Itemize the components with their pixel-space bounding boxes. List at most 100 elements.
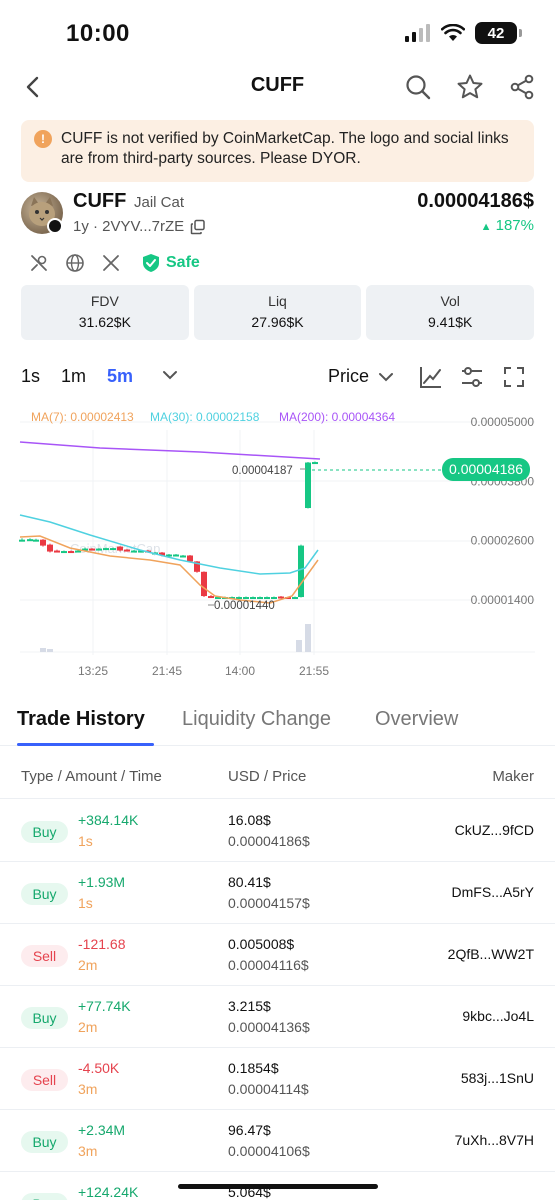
candle [27, 539, 33, 542]
stat-label: Vol [440, 293, 460, 309]
candle [173, 554, 179, 557]
trade-usd: 3.215$ [228, 998, 271, 1014]
candle [201, 571, 207, 597]
candle [96, 548, 102, 551]
trade-maker[interactable]: 583j...1SnU [461, 1070, 534, 1086]
candle [117, 546, 123, 551]
timeframe-5m[interactable]: 5m [107, 366, 133, 387]
timeframe-1m[interactable]: 1m [61, 366, 86, 387]
candle [103, 548, 109, 551]
trade-price: 0.00004157$ [228, 895, 310, 911]
candle [110, 548, 116, 551]
trade-side-badge: Buy [21, 1007, 68, 1029]
ma30-label: MA(30): 0.00002158 [150, 410, 260, 424]
candle [250, 597, 256, 600]
ma30-line [19, 514, 319, 575]
trade-amount: +384.14K [78, 812, 139, 828]
trade-usd: 0.005008$ [228, 936, 295, 952]
candle [243, 597, 249, 600]
table-row[interactable]: Buy +2.34M 3m 96.47$ 0.00004106$ 7uXh...8V7H [0, 1110, 555, 1172]
stat-fdv: FDV 31.62$K [21, 285, 189, 340]
audit-link[interactable] [28, 252, 50, 274]
verification-warning: ! CUFF is not verified by CoinMarketCap.… [21, 120, 534, 182]
trade-maker[interactable]: 9kbc...Jo4L [462, 1008, 534, 1024]
y-tick-label: 0.00005000 [471, 415, 535, 429]
trade-price: 0.00004106$ [228, 1143, 310, 1159]
candle [75, 550, 81, 553]
candle [131, 550, 137, 553]
trade-price: 0.00004136$ [228, 1019, 310, 1035]
indicators-button[interactable] [459, 364, 485, 390]
fullscreen-button[interactable] [501, 364, 527, 390]
trade-maker[interactable]: DmFS...A5rY [452, 884, 534, 900]
price-change-value: 187% [495, 217, 534, 234]
ma7-line [19, 535, 319, 604]
trade-side-badge: Sell [21, 945, 68, 967]
safe-label: Safe [166, 254, 200, 271]
search-button[interactable] [403, 72, 433, 102]
safe-badge[interactable]: Safe [142, 253, 200, 273]
table-row[interactable]: Sell -121.68 2m 0.005008$ 0.00004116$ 2QfB...… [0, 924, 555, 986]
stat-value: 27.96$K [251, 314, 304, 330]
candle [180, 555, 186, 558]
chevron-down-icon [379, 372, 394, 381]
share-button[interactable] [507, 72, 537, 102]
share-icon [510, 74, 534, 100]
watchlist-button[interactable] [455, 72, 485, 102]
price-selector-label: Price [328, 366, 370, 386]
table-row[interactable]: Buy +384.14K 1s 16.08$ 0.00004186$ CkUZ...9fC… [0, 800, 555, 862]
divider [0, 798, 555, 799]
token-age-address: 1y · 2VYV...7rZE [73, 218, 185, 235]
ma200-label: MA(200): 0.00004364 [279, 410, 395, 424]
trade-price: 0.00004116$ [228, 957, 309, 973]
triangle-up-icon: ▲ [480, 221, 492, 233]
chain-badge-icon [47, 218, 63, 234]
table-row[interactable]: Sell -4.50K 3m 0.1854$ 0.00004114$ 583j...1Sn… [0, 1048, 555, 1110]
column-header-usd: USD / Price [228, 768, 307, 785]
signal-icon [405, 24, 430, 42]
stat-vol: Vol 9.41$K [366, 285, 535, 340]
candle [33, 539, 39, 542]
chart-type-button[interactable] [418, 364, 444, 390]
trade-maker[interactable]: 7uXh...8V7H [455, 1132, 534, 1148]
chart-svg: MA(7): 0.00002413 MA(30): 0.00002158 MA(… [19, 410, 535, 678]
shield-check-icon [143, 254, 159, 272]
trade-maker[interactable]: 2QfB...WW2T [448, 946, 534, 962]
candle [271, 597, 277, 600]
chevron-down-icon[interactable] [161, 366, 179, 384]
candle [292, 597, 298, 600]
active-tab-indicator [17, 743, 154, 746]
website-link[interactable] [64, 252, 86, 274]
price-chart[interactable]: MA(7): 0.00002413 MA(30): 0.00002158 MA(… [0, 400, 555, 685]
candle [89, 548, 95, 551]
trade-age: 2m [78, 957, 98, 973]
timeframe-1s[interactable]: 1s [21, 366, 40, 387]
table-row[interactable]: Buy +77.74K 2m 3.215$ 0.00004136$ 9kbc...Jo4L [0, 986, 555, 1048]
top-nav: CUFF [0, 62, 555, 112]
volume-bar [40, 648, 46, 652]
trade-amount: +124.24K [78, 1184, 139, 1200]
home-indicator[interactable] [178, 1184, 378, 1189]
candle [312, 462, 318, 465]
status-icons: 42 [405, 22, 522, 44]
price-selector[interactable]: Price [328, 366, 395, 387]
trade-age: 1s [78, 833, 93, 849]
x-logo-icon [103, 255, 119, 271]
trade-maker[interactable]: CkUZ...9fCD [455, 822, 534, 838]
x-tick-label: 14:00 [225, 664, 255, 678]
line-chart-icon [420, 367, 441, 388]
token-meta: 1y · 2VYV...7rZE [73, 218, 206, 235]
candle [124, 549, 130, 552]
trade-usd: 16.08$ [228, 812, 271, 828]
volume-bar [47, 649, 53, 652]
trade-amount: +77.74K [78, 998, 131, 1014]
x-link[interactable] [100, 252, 122, 274]
settings-sliders-icon [462, 367, 482, 387]
tab-liquidity-change[interactable]: Liquidity Change [182, 708, 331, 731]
copy-icon[interactable] [190, 219, 206, 235]
x-tick-label: 21:45 [152, 664, 182, 678]
tab-overview[interactable]: Overview [375, 708, 458, 731]
warning-text: CUFF is not verified by CoinMarketCap. T… [61, 130, 509, 167]
tab-trade-history[interactable]: Trade History [17, 708, 145, 731]
table-row[interactable]: Buy +1.93M 1s 80.41$ 0.00004157$ DmFS...A5rY [0, 862, 555, 924]
